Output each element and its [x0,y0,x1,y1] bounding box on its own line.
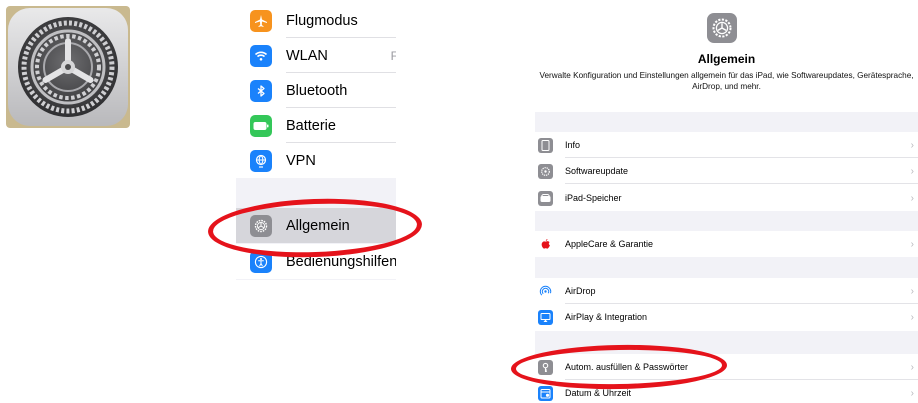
sidebar-item-wlan[interactable]: WLAN F [236,38,396,73]
settings-row-ipad-speicher[interactable]: iPad-Speicher › [535,185,918,211]
accessibility-icon [250,250,272,273]
settings-row-softwareupdate[interactable]: Softwareupdate › [535,158,918,184]
settings-app-icon[interactable] [6,6,130,128]
bluetooth-icon [250,79,272,102]
gear-icon [8,8,128,126]
sidebar-item-allgemein[interactable]: Allgemein [236,208,396,243]
page-header: Allgemein Verwalte Konfiguration und Ein… [535,0,918,112]
airdrop-icon [538,283,553,299]
sidebar-item-vpn[interactable]: VPN [236,143,396,178]
settings-row-applecare[interactable]: AppleCare & Garantie › [535,231,918,257]
settings-row-info[interactable]: Info › [535,132,918,158]
ipad-icon [538,137,553,153]
chevron-right-icon: › [910,238,914,250]
settings-row-autofill-passwords[interactable]: Autom. ausfüllen & Passwörter › [535,354,918,380]
chevron-right-icon: › [910,139,914,151]
row-label: Autom. ausfüllen & Passwörter [565,362,689,372]
calendar-icon [538,385,553,401]
sidebar-item-bedienungshilfen[interactable]: Bedienungshilfen [236,244,396,279]
settings-sidebar: Flugmodus WLAN F Bluetooth Batterie VPN [236,0,396,280]
sidebar-item-label: WLAN [286,47,328,64]
sidebar-item-bluetooth[interactable]: Bluetooth [236,73,396,108]
sidebar-item-label: Bluetooth [286,82,348,99]
gear-icon [538,163,553,179]
sidebar-item-label: Bedienungshilfen [286,253,396,270]
wifi-icon [250,44,272,67]
row-label: Softwareupdate [565,166,629,176]
row-label: AirPlay & Integration [565,312,648,322]
row-label: AppleCare & Garantie [565,239,654,249]
sidebar-item-flugmodus[interactable]: Flugmodus [236,3,396,38]
sidebar-item-label: Batterie [286,117,336,134]
sidebar-item-label: Flugmodus [286,12,358,29]
apple-icon [538,236,553,252]
airplane-icon [250,9,272,32]
wlan-network-name: F [390,48,396,63]
row-label: iPad-Speicher [565,193,622,203]
page-title: Allgemein [697,52,756,66]
general-settings-page: Allgemein Verwalte Konfiguration und Ein… [535,0,918,403]
settings-row-datum-uhrzeit[interactable]: Datum & Uhrzeit › [535,380,918,403]
airplay-icon [538,309,553,325]
row-label: Info [565,140,581,150]
battery-icon [250,114,272,137]
key-icon [538,359,553,375]
chevron-right-icon: › [910,387,914,399]
gear-icon [707,13,737,43]
chevron-right-icon: › [910,165,914,177]
chevron-right-icon: › [910,361,914,373]
page-description: Verwalte Konfiguration und Einstellungen… [539,71,914,91]
gear-icon [250,214,272,237]
sidebar-item-label: Allgemein [286,217,350,234]
storage-icon [538,190,553,206]
row-label: Datum & Uhrzeit [565,388,632,398]
row-label: AirDrop [565,286,596,296]
settings-row-airplay[interactable]: AirPlay & Integration › [535,304,918,330]
chevron-right-icon: › [910,192,914,204]
chevron-right-icon: › [910,311,914,323]
sidebar-item-label: VPN [286,152,316,169]
vpn-globe-icon [250,149,272,172]
settings-row-airdrop[interactable]: AirDrop › [535,278,918,304]
chevron-right-icon: › [910,285,914,297]
divider [565,183,918,184]
sidebar-item-batterie[interactable]: Batterie [236,108,396,143]
